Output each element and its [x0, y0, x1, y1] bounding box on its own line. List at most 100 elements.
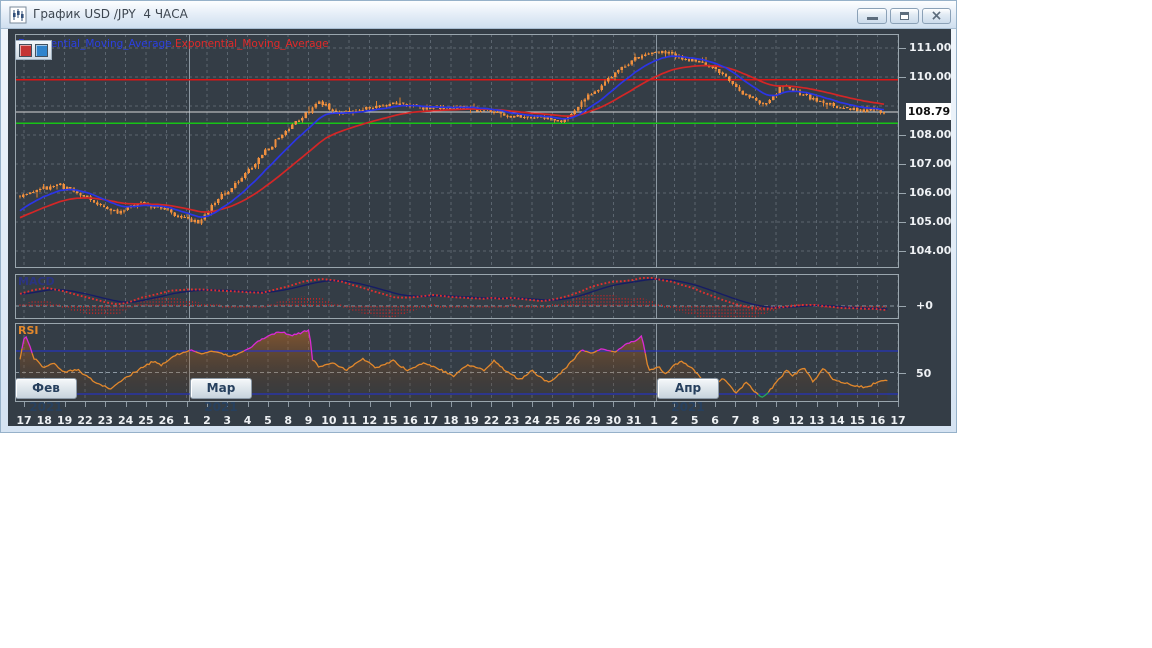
- chart-icon: [9, 6, 27, 24]
- x-axis-label: 6: [711, 414, 719, 426]
- x-axis-label: 16: [402, 414, 418, 426]
- x-axis-label: 11: [341, 414, 357, 426]
- chart-window: График USD /JPY 4 ЧАСА × Exponential_Mov…: [0, 0, 957, 433]
- minimize-icon: [866, 17, 878, 20]
- price-chart-panel[interactable]: Exponential_Moving_Average.Exponential_M…: [15, 34, 899, 268]
- month-marker: Апр 2021: [657, 378, 719, 414]
- month-marker: Мар 2021: [190, 378, 252, 414]
- x-axis-label: 18: [443, 414, 459, 426]
- chart-client-area: Exponential_Moving_Average.Exponential_M…: [8, 29, 951, 426]
- x-axis-tick: [877, 402, 879, 407]
- x-axis-tick: [552, 402, 554, 407]
- x-axis-tick: [613, 402, 615, 407]
- x-axis-label: 4: [243, 414, 252, 426]
- close-icon: ×: [930, 8, 943, 24]
- x-axis-label: 15: [849, 414, 866, 426]
- desktop-background: График USD /JPY 4 ЧАСА × Exponential_Mov…: [0, 0, 1152, 648]
- macd-panel[interactable]: MACD: [15, 274, 899, 319]
- x-axis-label: 12: [361, 414, 378, 426]
- x-axis-tick: [491, 402, 493, 407]
- x-axis-label: 9: [772, 414, 780, 426]
- x-axis-label: 10: [321, 414, 337, 426]
- x-axis-tick: [593, 402, 595, 407]
- macd-zero-label: +0: [916, 299, 933, 312]
- price-axis-tick: [899, 222, 906, 223]
- close-button[interactable]: ×: [922, 8, 951, 24]
- x-axis-tick: [796, 402, 798, 407]
- indicator-legend: Exponential_Moving_Average.Exponential_M…: [18, 38, 329, 50]
- x-axis-tick: [430, 402, 432, 407]
- x-axis-label: 16: [870, 414, 886, 426]
- price-axis-tick: [899, 193, 906, 194]
- x-axis-label: 23: [504, 414, 520, 426]
- x-axis-label: 25: [544, 414, 561, 426]
- x-axis-tick: [145, 402, 147, 407]
- x-axis-label: 26: [158, 414, 174, 426]
- x-axis-tick: [898, 402, 900, 407]
- x-axis-label: 9: [304, 414, 313, 426]
- price-axis-label: 108.00: [909, 128, 951, 141]
- rsi-panel[interactable]: RSI: [15, 323, 899, 402]
- x-axis-label: 22: [483, 414, 500, 426]
- rsi-mid-label: 50: [916, 367, 932, 380]
- x-axis-tick: [64, 402, 66, 407]
- x-axis-tick: [410, 402, 412, 407]
- window-titlebar[interactable]: График USD /JPY 4 ЧАСА ×: [1, 1, 956, 29]
- x-axis-tick: [715, 402, 717, 407]
- ema-slow-legend-label: Exponential_Moving_Average: [175, 38, 329, 50]
- ema-fast-color-button[interactable]: [35, 43, 48, 57]
- x-axis-tick: [186, 402, 188, 407]
- x-axis-tick: [105, 402, 107, 407]
- x-axis-label: 8: [284, 414, 293, 426]
- price-axis-tick: [899, 164, 906, 165]
- price-axis-label: 104.00: [909, 244, 951, 257]
- price-axis-label: 110.00: [909, 70, 951, 83]
- current-price-box: 108.79: [906, 103, 951, 120]
- x-axis-label: 22: [77, 414, 93, 426]
- rsi-mid-tick: [899, 373, 906, 374]
- x-axis-tick: [84, 402, 86, 407]
- x-axis-label: 17: [422, 414, 439, 426]
- macd-zero-tick: [899, 306, 906, 307]
- macd-label: MACD: [18, 275, 55, 288]
- x-axis-tick: [125, 402, 127, 407]
- minimize-button[interactable]: [857, 8, 887, 24]
- price-axis-tick: [899, 135, 906, 136]
- x-axis-tick: [511, 402, 513, 407]
- x-axis-label: 23: [97, 414, 113, 426]
- x-axis-label: 25: [138, 414, 154, 426]
- x-axis-tick: [328, 402, 330, 407]
- x-axis-tick: [471, 402, 473, 407]
- x-axis-tick: [308, 402, 310, 407]
- x-axis-tick: [532, 402, 534, 407]
- x-axis-tick: [247, 402, 249, 407]
- x-axis-tick: [857, 402, 859, 407]
- x-axis-tick: [288, 402, 290, 407]
- x-axis-label: 24: [117, 414, 134, 426]
- x-axis-tick: [654, 402, 656, 407]
- x-axis-label: 13: [809, 414, 825, 426]
- x-axis-label: 31: [626, 414, 642, 426]
- price-axis-label: 111.00: [909, 41, 951, 54]
- x-axis-tick: [24, 402, 25, 407]
- x-axis-tick: [776, 402, 778, 407]
- x-axis-label: 1: [650, 414, 658, 426]
- x-axis-tick: [837, 402, 839, 407]
- x-axis-label: 19: [463, 414, 479, 426]
- price-axis-tick: [899, 48, 906, 49]
- maximize-button[interactable]: [890, 8, 919, 24]
- price-axis-label: 105.00: [909, 215, 951, 228]
- x-axis-tick: [166, 402, 168, 407]
- x-axis-tick: [816, 402, 818, 407]
- x-axis-tick: [389, 402, 391, 407]
- restore-icon: [900, 12, 909, 20]
- price-axis-label: 106.00: [909, 186, 951, 199]
- price-axis-tick: [899, 77, 906, 78]
- ema-slow-color-button[interactable]: [19, 43, 32, 57]
- x-axis-label: 1: [182, 414, 191, 426]
- x-axis-tick: [735, 402, 737, 407]
- x-axis-label: 17: [890, 414, 906, 426]
- legend-buttons: [15, 40, 52, 60]
- x-axis-label: 29: [585, 414, 601, 426]
- rsi-label: RSI: [18, 324, 39, 337]
